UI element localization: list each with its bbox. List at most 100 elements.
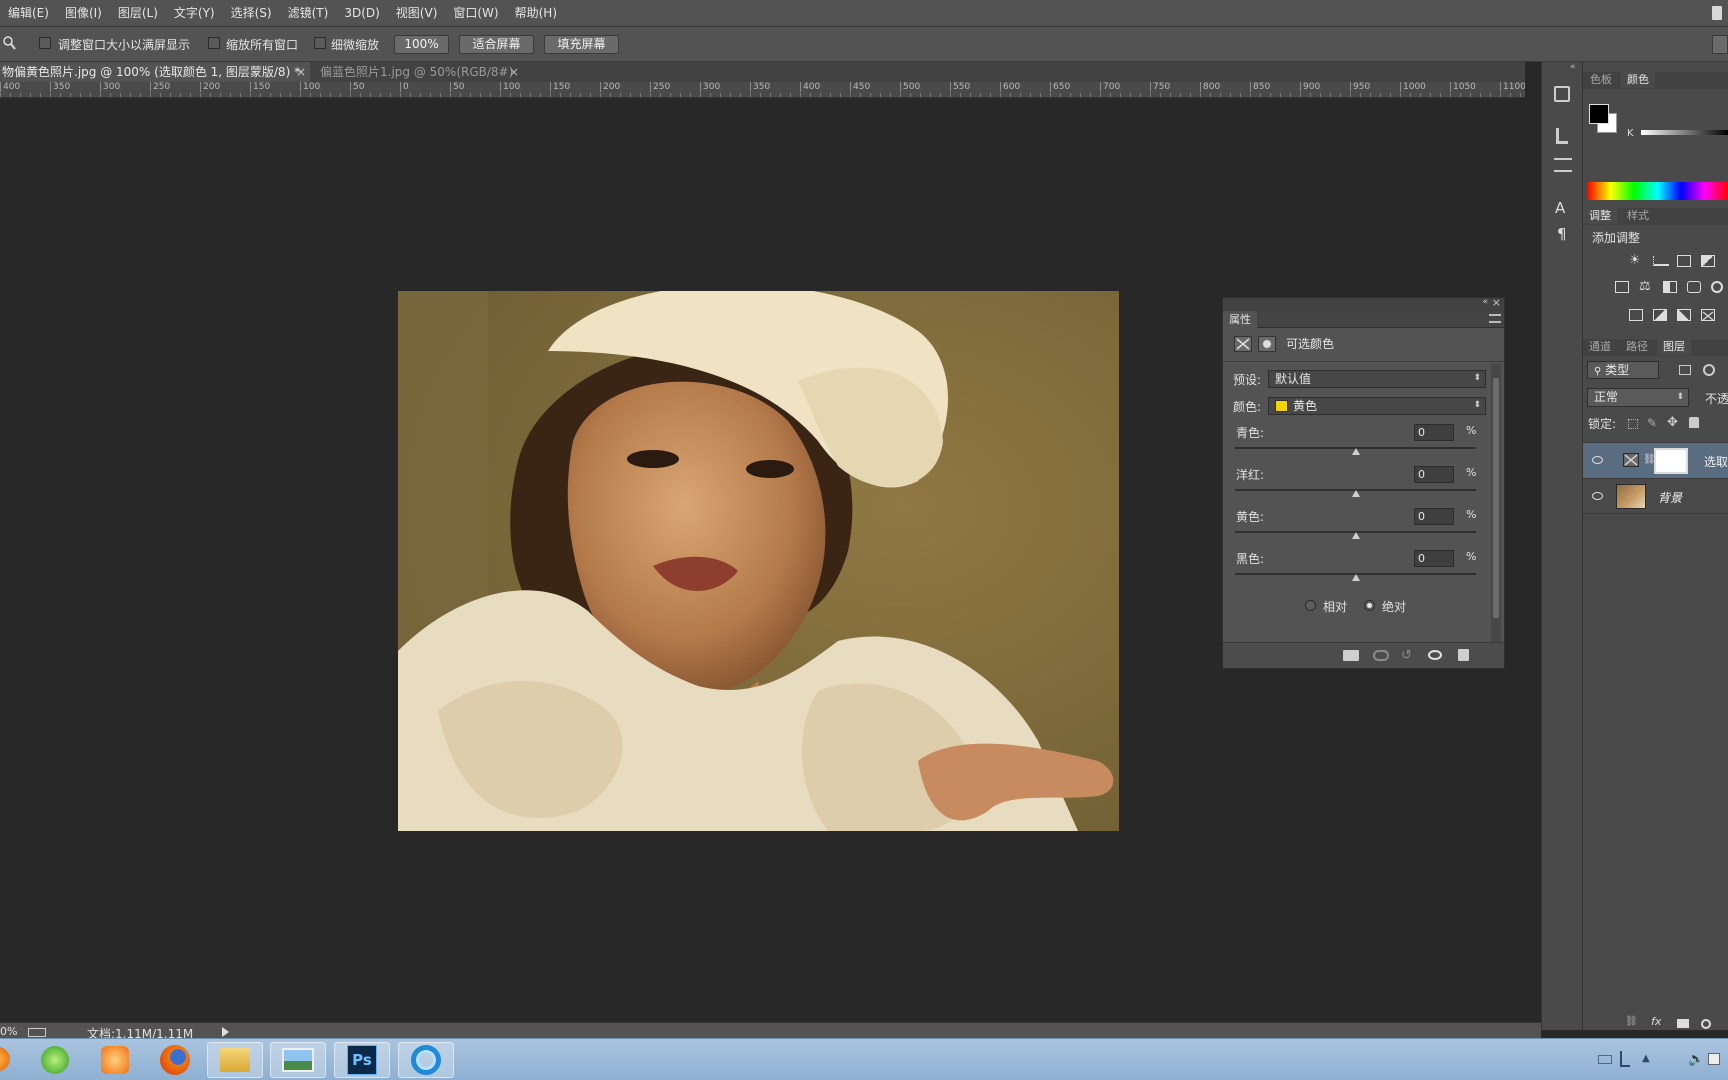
taskbar-uc-browser[interactable] [87,1042,143,1078]
tab-channels[interactable]: 通道 [1589,339,1611,355]
lock-position-icon[interactable]: ✥ [1667,415,1678,430]
menu-view[interactable]: 视图(V) [388,0,446,27]
adjustments-sliders-icon[interactable] [1554,158,1572,172]
absolute-radio[interactable] [1364,600,1375,611]
panel-menu-icon[interactable] [1489,314,1501,323]
foreground-color-swatch[interactable] [1589,104,1609,124]
window-control-icon[interactable] [1712,6,1722,20]
collapse-icon[interactable]: « [1482,297,1488,307]
photo-filter-icon[interactable] [1687,281,1701,293]
panel-scrollbar[interactable] [1491,364,1501,642]
layer-filter-select[interactable]: ⚲ 类型 [1587,361,1659,379]
filter-adjustment-icon[interactable] [1703,364,1715,376]
taskbar-360-browser[interactable] [27,1042,83,1078]
tab-styles[interactable]: 样式 [1627,208,1649,224]
tab-document-inactive[interactable]: 偏蓝色照片1.jpg @ 50%(RGB/8#) × [318,62,523,82]
taskbar-internet-explorer[interactable] [398,1042,454,1078]
reset-icon[interactable]: ↺ [1401,648,1412,663]
close-icon[interactable]: × [1492,296,1501,309]
new-fill-adjustment-icon[interactable] [1701,1019,1711,1029]
posterize-icon[interactable] [1653,309,1667,321]
paragraph-icon[interactable]: ¶ [1557,225,1567,243]
status-menu-arrow-icon[interactable] [222,1027,229,1037]
collapse-dock-icon[interactable]: « [1570,62,1576,72]
lock-transparent-icon[interactable] [1628,419,1638,429]
channel-mixer-icon[interactable] [1711,281,1723,293]
view-previous-icon[interactable] [1373,650,1389,661]
layer-name[interactable]: 选取 [1704,453,1728,470]
vibrance-icon[interactable] [1615,281,1629,293]
visibility-eye-icon[interactable] [1428,650,1442,660]
layer-name[interactable]: 背景 [1658,489,1682,506]
menu-3d[interactable]: 3D(D) [336,0,387,27]
curves-icon[interactable] [1677,255,1691,267]
close-icon[interactable]: × [296,62,306,82]
zoom-100-button[interactable]: 100% [394,35,449,54]
tab-color[interactable]: 颜色 [1621,72,1655,88]
lock-all-icon[interactable] [1689,417,1699,428]
cyan-input[interactable]: 0 [1414,424,1454,441]
menu-filter[interactable]: 滤镜(T) [280,0,337,27]
layer-row-selective-color[interactable]: ⛓ 选取 [1583,442,1728,478]
scrubby-zoom-checkbox[interactable] [314,37,326,49]
k-slider[interactable] [1641,130,1728,135]
yellow-input[interactable]: 0 [1414,508,1454,525]
tray-network-icon[interactable] [1620,1051,1630,1067]
magenta-input[interactable]: 0 [1414,466,1454,483]
tray-expand-arrow-icon[interactable]: ▲ [1642,1053,1650,1064]
tab-properties[interactable]: 属性 [1223,311,1257,328]
menu-image[interactable]: 图像(I) [57,0,110,27]
taskbar-image-viewer[interactable] [270,1042,326,1078]
tab-adjustments[interactable]: 调整 [1583,208,1617,224]
exposure-icon[interactable] [1701,255,1715,267]
yellow-slider-thumb[interactable] [1352,532,1360,539]
visibility-eye-icon[interactable] [1592,492,1603,500]
menu-edit[interactable]: 编辑(E) [0,0,57,27]
brightness-icon[interactable]: ☀ [1629,253,1641,268]
zoom-tool-icon[interactable] [2,35,16,51]
selective-color-icon[interactable] [1701,309,1715,321]
relative-radio[interactable] [1305,600,1316,611]
lock-pixels-icon[interactable]: ✎ [1647,416,1657,430]
panel-title-bar[interactable]: « × [1223,296,1504,311]
cyan-slider-thumb[interactable] [1352,448,1360,455]
tab-paths[interactable]: 路径 [1626,339,1648,355]
invert-icon[interactable] [1629,309,1643,321]
menu-layer[interactable]: 图层(L) [110,0,166,27]
tab-layers[interactable]: 图层 [1657,339,1691,355]
black-white-icon[interactable] [1663,281,1677,293]
color-balance-icon[interactable]: ⚖ [1639,279,1651,294]
tray-flag-icon[interactable] [1708,1053,1720,1065]
document-canvas-image[interactable] [398,291,1119,831]
taskbar-file-explorer[interactable] [207,1042,263,1078]
layer-image-thumbnail[interactable] [1616,484,1646,509]
visibility-eye-icon[interactable] [1592,456,1603,464]
tab-document-active[interactable]: 物偏黄色照片.jpg @ 100% (选取颜色 1, 图层蒙版/8) * × [0,62,310,82]
brush-preset-icon[interactable] [1556,128,1568,144]
fill-screen-button[interactable]: 填充屏幕 [544,35,619,54]
layer-style-fx-icon[interactable]: fx [1651,1015,1661,1028]
add-mask-icon[interactable] [1677,1019,1689,1028]
tray-volume-icon[interactable]: 🔈 [1688,1052,1704,1067]
history-icon[interactable] [1554,86,1570,102]
black-input[interactable]: 0 [1414,550,1454,567]
close-icon[interactable]: × [509,62,519,82]
magenta-slider-thumb[interactable] [1352,490,1360,497]
taskbar-firefox[interactable] [147,1042,203,1078]
menu-help[interactable]: 帮助(H) [507,0,565,27]
resize-windows-checkbox[interactable] [39,37,51,49]
zoom-all-windows-checkbox[interactable] [208,37,220,49]
menu-window[interactable]: 窗口(W) [445,0,506,27]
menu-select[interactable]: 选择(S) [223,0,280,27]
filter-pixel-icon[interactable] [1679,365,1691,375]
clip-to-layer-icon[interactable] [1343,650,1359,661]
zoom-level-readout[interactable]: 0% [0,1025,17,1038]
character-icon[interactable]: A [1555,199,1565,217]
layer-mask-thumbnail[interactable] [1654,448,1688,474]
workspace-switcher-button[interactable] [1712,35,1728,54]
start-button-partial[interactable] [0,1047,10,1071]
levels-icon[interactable] [1653,256,1669,266]
tray-keyboard-icon[interactable] [1598,1055,1612,1064]
preset-select[interactable]: 默认值 ⬍ [1268,370,1486,388]
threshold-icon[interactable] [1677,309,1691,321]
